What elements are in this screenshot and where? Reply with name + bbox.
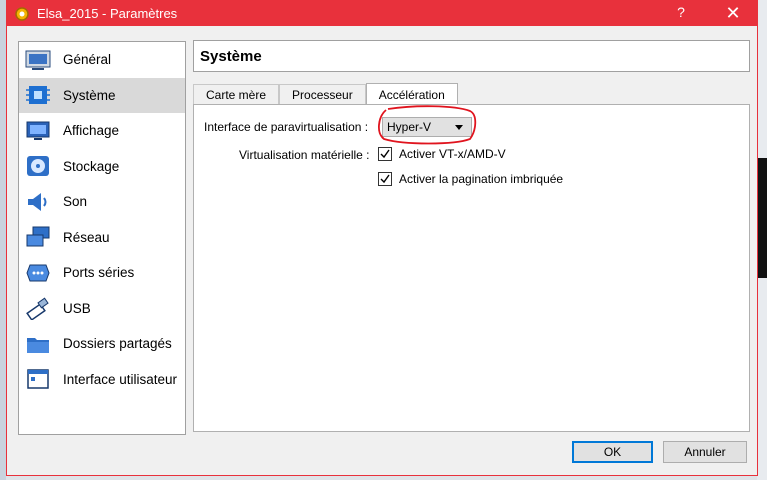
storage-disc-icon [23,153,53,179]
usb-icon [23,295,53,321]
tab-motherboard[interactable]: Carte mère [193,84,280,105]
sidebar-item-user-interface[interactable]: Interface utilisateur [19,362,185,398]
settings-dialog: Elsa_2015 - Paramètres ? ✕ Général Systè… [6,0,758,476]
sidebar-item-label: Système [63,87,116,103]
sidebar-item-system[interactable]: Système [19,77,185,113]
sidebar-item-storage[interactable]: Stockage [19,149,185,185]
chevron-down-icon [455,125,463,130]
cancel-button[interactable]: Annuler [663,441,747,463]
checkmark-icon [378,172,392,186]
general-icon [23,47,53,73]
close-button[interactable]: ✕ [723,3,743,24]
speaker-icon [23,189,53,215]
sidebar-item-label: Affichage [63,123,120,139]
sidebar-item-display[interactable]: Affichage [19,113,185,149]
sidebar-item-usb[interactable]: USB [19,291,185,327]
virtualbox-gear-icon [13,5,31,23]
sidebar-item-label: Dossiers partagés [63,336,172,352]
sidebar-item-label: Réseau [63,229,110,245]
sidebar-item-general[interactable]: Général [19,42,185,78]
acceleration-panel: Interface de paravirtualisation : Hyper-… [193,104,750,432]
sidebar-item-label: Interface utilisateur [63,371,178,387]
vtx-checkbox[interactable]: Activer VT-x/AMD-V [378,147,506,161]
sidebar-item-label: Général [63,52,112,68]
nested-paging-checkbox[interactable]: Activer la pagination imbriquée [378,172,563,186]
tab-bar: Carte mère Processeur Accélération [193,83,458,105]
sidebar-item-shared-folders[interactable]: Dossiers partagés [19,326,185,362]
sidebar-item-label: Son [63,194,88,210]
nested-paging-label: Activer la pagination imbriquée [399,172,564,186]
sidebar-item-label: USB [63,300,91,316]
ok-button[interactable]: OK [572,441,653,463]
user-interface-icon [23,366,53,392]
display-monitor-icon [23,118,53,144]
background-app-edge-right [757,0,767,480]
paravirtualization-label: Interface de paravirtualisation : [204,120,369,134]
tab-acceleration[interactable]: Accélération [365,83,458,105]
page-header: Système [193,40,750,72]
title-bar[interactable]: Elsa_2015 - Paramètres ? ✕ [7,1,757,26]
network-icon [23,224,53,250]
system-chip-icon [23,82,53,108]
page-title: Système [200,48,262,65]
window-title: Elsa_2015 - Paramètres [37,6,178,21]
checkmark-icon [378,147,392,161]
background-dark-panel [757,158,767,278]
hw-virtualization-label: Virtualisation matérielle : [239,148,370,162]
tab-processor[interactable]: Processeur [279,84,366,105]
vtx-label: Activer VT-x/AMD-V [399,147,506,161]
sidebar-item-serial-ports[interactable]: Ports séries [19,255,185,291]
sidebar-item-label: Stockage [63,158,120,174]
settings-category-list: Général Système Affichage Stockage Son R… [18,41,186,435]
sidebar-item-label: Ports séries [63,265,135,281]
paravirtualization-value: Hyper-V [387,120,432,134]
help-button[interactable]: ? [671,4,691,20]
serial-port-icon [23,260,53,286]
sidebar-item-sound[interactable]: Son [19,184,185,220]
paravirtualization-select[interactable]: Hyper-V [382,117,472,137]
sidebar-item-network[interactable]: Réseau [19,220,185,256]
shared-folder-icon [23,331,53,357]
